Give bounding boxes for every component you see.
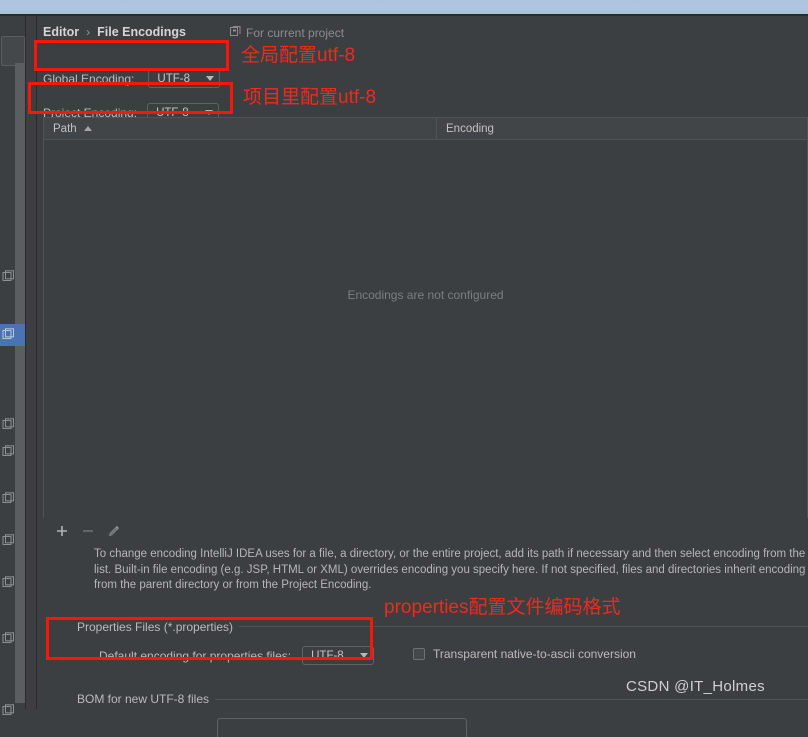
properties-default-encoding-label: Default encoding for properties files: xyxy=(99,648,292,663)
watermark: CSDN @IT_Holmes xyxy=(626,678,765,695)
settings-tree-scrollbar[interactable] xyxy=(15,63,25,703)
properties-default-encoding-value: UTF-8 xyxy=(311,649,344,662)
chevron-down-icon xyxy=(206,76,215,81)
description-line-3: from the parent directory or from the Pr… xyxy=(94,579,372,591)
table-header-row: Path Encoding xyxy=(44,118,807,140)
table-toolbar xyxy=(43,519,808,543)
page-title: File Encodings xyxy=(97,25,187,39)
breadcrumb: Editor › File Encodings xyxy=(43,25,186,39)
project-scope-icon xyxy=(230,26,241,40)
breadcrumb-separator-icon: › xyxy=(86,25,91,39)
transparent-conversion-checkbox[interactable] xyxy=(413,648,425,660)
global-encoding-value: UTF-8 xyxy=(157,72,190,85)
properties-default-encoding-combo[interactable]: UTF-8 xyxy=(302,646,375,665)
module-icon xyxy=(2,328,15,341)
settings-tree-gutter xyxy=(26,16,37,709)
module-icon xyxy=(2,576,15,589)
properties-group-title: Properties Files (*.properties) xyxy=(77,620,240,634)
sort-ascending-icon xyxy=(83,126,92,131)
encodings-table[interactable]: Path Encoding Encodings are not configur… xyxy=(43,117,808,518)
annotation-text-global: 全局配置utf-8 xyxy=(241,45,356,66)
description-line-2: list. Built-in file encoding (e.g. JSP, … xyxy=(94,563,808,576)
global-encoding-label: Global Encoding: xyxy=(43,71,135,86)
breadcrumb-parent[interactable]: Editor xyxy=(43,25,79,39)
left-rail xyxy=(0,16,26,715)
empty-state-message: Encodings are not configured xyxy=(347,288,504,302)
remove-button[interactable] xyxy=(77,521,99,541)
global-encoding-combo[interactable]: UTF-8 xyxy=(148,69,221,88)
annotation-text-project: 项目里配置utf-8 xyxy=(243,87,377,108)
annotation-text-properties: properties配置文件编码格式 xyxy=(384,597,621,618)
module-icon xyxy=(2,704,15,717)
transparent-conversion-row[interactable]: Transparent native-to-ascii conversion xyxy=(413,647,636,661)
edit-button[interactable] xyxy=(103,521,125,541)
column-header-encoding-label: Encoding xyxy=(446,122,494,135)
scope-indicator[interactable]: For current project xyxy=(230,26,344,40)
description-line-1: To change encoding IntelliJ IDEA uses fo… xyxy=(94,548,808,560)
properties-default-encoding-row: Default encoding for properties files: U… xyxy=(99,646,375,665)
table-body[interactable]: Encodings are not configured xyxy=(44,140,807,518)
module-icon xyxy=(2,445,15,458)
bom-group-title: BOM for new UTF-8 files xyxy=(77,692,216,706)
window-title-strip xyxy=(0,0,808,14)
transparent-conversion-label: Transparent native-to-ascii conversion xyxy=(433,647,636,661)
global-encoding-row: Global Encoding: UTF-8 xyxy=(43,69,221,88)
module-icon xyxy=(2,418,15,431)
module-icon xyxy=(2,534,15,547)
scope-label: For current project xyxy=(246,26,345,40)
rail-top-box xyxy=(1,36,25,66)
module-icon xyxy=(2,492,15,505)
description-text: To change encoding IntelliJ IDEA uses fo… xyxy=(94,547,808,594)
column-header-path[interactable]: Path xyxy=(44,118,437,139)
column-header-encoding[interactable]: Encoding xyxy=(437,118,807,139)
module-icon xyxy=(2,270,15,283)
module-icon xyxy=(2,632,15,645)
chevron-down-icon xyxy=(360,653,369,658)
add-button[interactable] xyxy=(51,521,73,541)
bom-combo[interactable] xyxy=(217,718,467,737)
column-header-path-label: Path xyxy=(53,122,77,135)
chevron-down-icon xyxy=(205,110,214,115)
